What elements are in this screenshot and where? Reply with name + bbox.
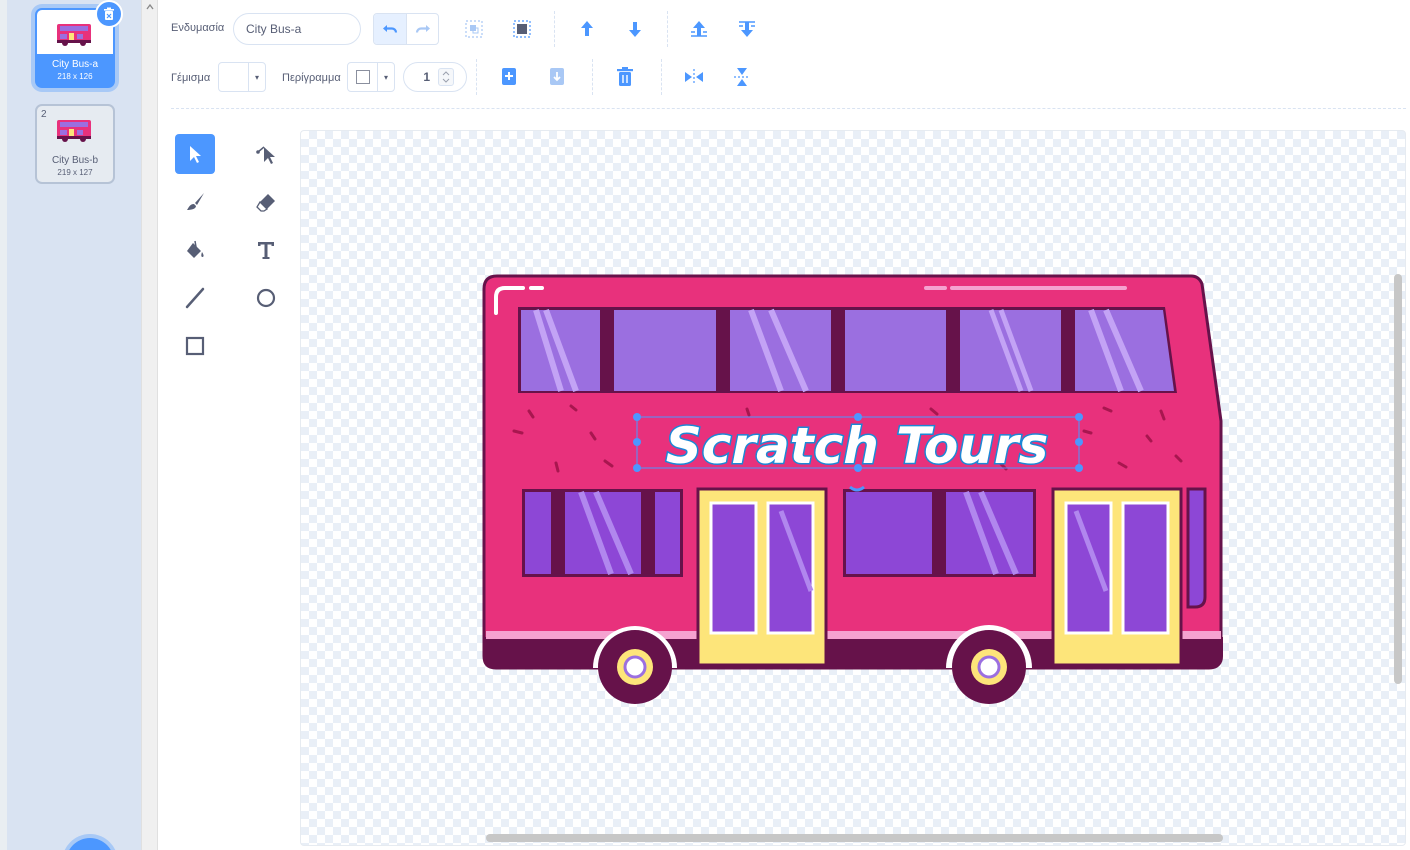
stroke-width-value: 1 (423, 70, 430, 84)
paint-editor: 1 City Bus-a 218 x 126 2 City Bus-b 219 … (0, 0, 1410, 850)
drawing-canvas[interactable]: Scratch Tours (300, 130, 1406, 846)
outline-swatch (348, 63, 378, 91)
chevron-down-icon: ▾ (383, 72, 388, 82)
copy-button[interactable] (496, 64, 522, 90)
rectangle-icon (185, 336, 205, 356)
flip-vertical-button[interactable] (729, 64, 755, 90)
toolbar-separator (661, 59, 662, 95)
bus-costume-drawing[interactable]: Scratch Tours (301, 131, 1406, 846)
redo-icon (415, 25, 430, 33)
costume-size: 219 x 127 (57, 168, 93, 177)
costume-list-scrollbar[interactable] (141, 0, 158, 850)
back-button[interactable] (734, 16, 760, 42)
cursor-icon (190, 146, 201, 163)
forward-button[interactable] (574, 16, 600, 42)
rectangle-tool[interactable] (175, 326, 215, 366)
line-icon (185, 287, 205, 309)
costume-thumbnail (57, 24, 91, 46)
costume-name: City Bus-a (51, 59, 99, 70)
brush-icon (187, 193, 204, 210)
costume-thumbnail (57, 120, 91, 142)
stepper-arrows-icon (442, 71, 450, 83)
costume-number: 1 (41, 13, 47, 24)
reshape-tool[interactable] (246, 134, 286, 174)
costume-tile-2[interactable]: 2 City Bus-b 219 x 127 (35, 104, 115, 184)
line-tool[interactable] (175, 278, 215, 318)
toolbar-divider (171, 108, 1406, 109)
costume-list: 1 City Bus-a 218 x 126 2 City Bus-b 219 … (8, 0, 141, 850)
stroke-width-stepper[interactable] (438, 68, 454, 86)
undo-button[interactable] (374, 14, 406, 44)
bring-to-front-icon (691, 21, 707, 37)
text-icon (258, 242, 274, 259)
fill-color-picker[interactable]: ▾ (218, 62, 266, 92)
circle-tool[interactable] (246, 278, 286, 318)
delete-button[interactable] (612, 64, 638, 90)
redo-button[interactable] (406, 14, 438, 44)
add-costume-button[interactable] (66, 838, 114, 850)
costume-size: 218 x 126 (57, 72, 93, 81)
front-button[interactable] (686, 16, 712, 42)
paint-bucket-icon (187, 240, 204, 258)
costume-name-label: Ενδυμασία (171, 22, 225, 34)
toolbar-separator (476, 59, 477, 95)
flip-horizontal-icon (685, 69, 703, 85)
delete-costume-button[interactable] (95, 0, 123, 28)
canvas-horizontal-scrollbar[interactable] (486, 834, 1223, 842)
costume-caption: City Bus-a 218 x 126 (37, 54, 113, 86)
chevron-down-icon: ▾ (254, 72, 259, 82)
eraser-tool[interactable] (246, 182, 286, 222)
reshape-icon (256, 146, 275, 164)
left-edge (0, 0, 8, 850)
text-tool[interactable] (246, 230, 286, 270)
outline-label: Περίγραμμα (282, 72, 341, 84)
select-tool[interactable] (175, 134, 215, 174)
costume-number: 2 (41, 109, 47, 120)
fill-label: Γέμισμα (171, 72, 211, 84)
toolbar-separator (554, 11, 555, 47)
canvas-vertical-scrollbar[interactable] (1394, 274, 1402, 684)
fill-swatch (219, 63, 249, 91)
group-button[interactable] (461, 16, 487, 42)
group-icon (465, 20, 483, 38)
undo-icon (383, 25, 398, 33)
costume-caption: City Bus-b 219 x 127 (37, 150, 113, 182)
costume-tile-1[interactable]: 1 City Bus-a 218 x 126 (35, 0, 123, 88)
ungroup-icon (513, 20, 531, 38)
costume-name: City Bus-b (51, 155, 99, 166)
send-to-back-icon (739, 21, 755, 37)
ungroup-button[interactable] (509, 16, 535, 42)
flip-horizontal-button[interactable] (681, 64, 707, 90)
fill-tool[interactable] (175, 230, 215, 270)
toolbar-separator (667, 11, 668, 47)
copy-icon (502, 68, 516, 85)
flip-vertical-icon (734, 68, 750, 86)
costume-name-input[interactable] (233, 13, 361, 45)
trash-icon (617, 67, 633, 86)
circle-icon (256, 288, 276, 308)
toolbar-separator (592, 59, 593, 95)
backward-button[interactable] (622, 16, 648, 42)
scroll-up-icon (146, 3, 154, 10)
paste-button[interactable] (544, 64, 570, 90)
paste-icon (550, 68, 564, 85)
brush-tool[interactable] (175, 182, 215, 222)
move-forward-icon (581, 21, 593, 36)
undo-redo-group (373, 13, 439, 45)
move-backward-icon (629, 22, 641, 37)
eraser-icon (256, 194, 275, 212)
outline-color-picker[interactable]: ▾ (347, 62, 395, 92)
trash-icon (104, 7, 114, 20)
stroke-width-input[interactable]: 1 (403, 62, 467, 92)
